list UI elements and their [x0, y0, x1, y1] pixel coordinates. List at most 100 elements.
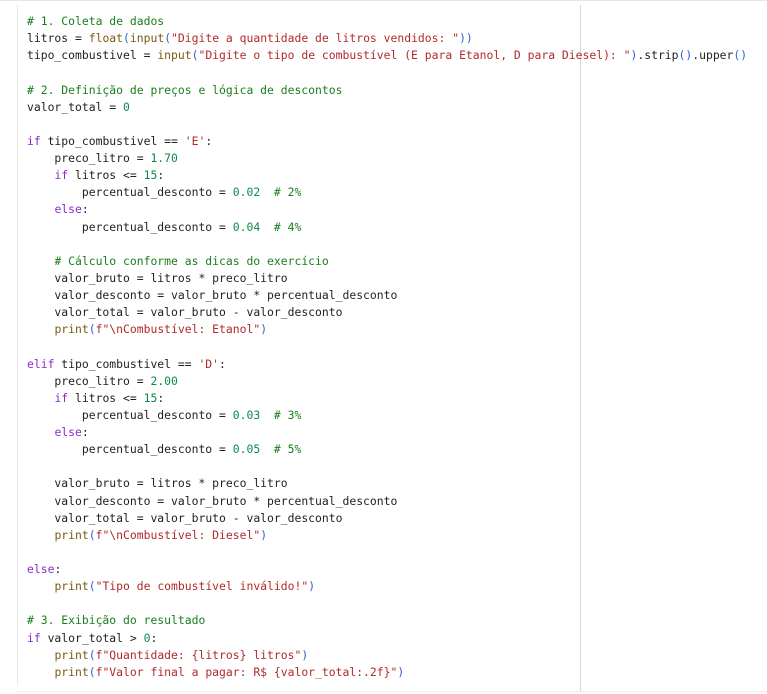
- bracket-token: (: [88, 527, 96, 542]
- comment-token: # 2%: [273, 185, 302, 200]
- bracket-token: ): [260, 527, 268, 542]
- builtin-token: print: [54, 527, 89, 542]
- name-token: litros <=: [68, 168, 144, 183]
- keyword-token: if: [27, 133, 41, 148]
- name-token: [27, 391, 54, 405]
- code-line: if valor_total > 0:: [27, 630, 747, 647]
- string-token: "Digite a quantidade de litros vendidos:…: [171, 31, 460, 46]
- name-token: tipo_combustivel: [27, 48, 137, 63]
- name-token: valor_bruto * percentual_desconto: [171, 493, 398, 508]
- builtin-token: print: [54, 322, 89, 337]
- name-token: litros: [27, 31, 69, 46]
- name-token: litros <=: [68, 390, 144, 405]
- editor-bottom-border: [17, 691, 767, 692]
- code-line: valor_total = 0: [27, 99, 747, 116]
- code-line: if litros <= 15:: [27, 390, 747, 407]
- op-token: :: [157, 168, 165, 183]
- code-line: percentual_desconto = 0.04 # 4%: [27, 219, 747, 236]
- code-line: # 3. Exibição do resultado: [27, 612, 747, 629]
- name-token: valor_total: [27, 510, 130, 525]
- name-token: [27, 254, 54, 268]
- name-token: .upper: [692, 48, 734, 63]
- code-line: else:: [27, 561, 747, 578]
- builtin-token: print: [54, 664, 89, 679]
- builtin-token: print: [54, 647, 89, 662]
- code-line: # 1. Coleta de dados: [27, 13, 747, 30]
- bracket-token: (: [88, 647, 96, 662]
- builtin-token: float: [88, 31, 124, 46]
- number-token: 1.70: [150, 151, 178, 165]
- code-line: tipo_combustivel = input("Digite o tipo …: [27, 47, 747, 64]
- string-token: f"Quantidade: {litros} litros": [95, 647, 302, 662]
- op-token: =: [212, 185, 233, 200]
- code-line: percentual_desconto = 0.02 # 2%: [27, 184, 747, 201]
- keyword-token: if: [54, 168, 69, 183]
- name-token: valor_bruto: [27, 270, 130, 285]
- op-token: =: [129, 305, 151, 320]
- code-line: elif tipo_combustivel == 'D':: [27, 356, 747, 373]
- keyword-token: else: [27, 562, 55, 576]
- op-token: =: [129, 373, 151, 388]
- name-token: percentual_desconto: [27, 442, 213, 457]
- code-line: if tipo_combustivel == 'E':: [27, 133, 747, 150]
- name-token: valor_desconto: [27, 288, 151, 302]
- name-token: [27, 648, 54, 662]
- op-token: =: [68, 31, 89, 46]
- code-line: percentual_desconto = 0.03 # 3%: [27, 407, 747, 424]
- code-line: # 2. Definição de preços e lógica de des…: [27, 82, 747, 99]
- string-token: "Tipo de combustível inválido!": [95, 579, 309, 594]
- name-token: [27, 425, 54, 439]
- number-token: 2.00: [150, 373, 178, 388]
- comment-token: # 2. Definição de preços e lógica de des…: [27, 82, 343, 97]
- op-token: =: [212, 407, 233, 422]
- name-token: tipo_combustivel ==: [54, 356, 199, 371]
- code-editor[interactable]: # 1. Coleta de dados litros = float ( input…: [0, 0, 767, 694]
- op-token: =: [129, 270, 151, 285]
- op-token: :: [205, 133, 213, 148]
- name-token: litros * preco_litro: [150, 270, 288, 285]
- builtin-token: input: [157, 48, 192, 63]
- string-token: f"\nCombustível: Etanol": [95, 322, 261, 337]
- code-line: else:: [27, 424, 747, 441]
- code-line: print("Tipo de combustível inválido!"): [27, 578, 747, 595]
- string-token: f"Valor final a pagar: R$ {valor_total:.…: [95, 664, 398, 679]
- name-token: percentual_desconto: [27, 407, 213, 422]
- name-token: valor_total >: [40, 630, 144, 645]
- code-line: valor_total = valor_bruto - valor_descon…: [27, 304, 747, 321]
- keyword-token: if: [54, 390, 69, 405]
- bracket-token: (): [733, 48, 748, 63]
- op-token: [260, 220, 274, 234]
- comment-token: # Cálculo conforme as dicas do exercício: [54, 253, 329, 268]
- number-token: 0.02: [232, 185, 261, 200]
- bracket-token: (: [88, 579, 96, 594]
- op-token: [260, 408, 274, 422]
- code-line: valor_desconto = valor_bruto * percentua…: [27, 493, 747, 510]
- op-token: :: [150, 630, 158, 645]
- name-token: valor_bruto - valor_desconto: [150, 305, 343, 320]
- number-token: 0.03: [232, 407, 261, 422]
- name-token: [27, 202, 54, 216]
- number-token: 15: [143, 168, 158, 183]
- number-token: 0.04: [232, 219, 261, 234]
- code-line: print(f"\nCombustível: Etanol"): [27, 321, 747, 338]
- name-token: litros * preco_litro: [150, 476, 288, 491]
- op-token: :: [81, 425, 89, 439]
- number-token: 15: [143, 390, 158, 405]
- keyword-token: else: [54, 425, 82, 439]
- name-token: .strip: [637, 48, 679, 63]
- code-line: percentual_desconto = 0.05 # 5%: [27, 441, 747, 458]
- string-token: 'D': [198, 356, 220, 371]
- number-token: 0: [123, 99, 130, 114]
- op-token: =: [212, 219, 233, 234]
- name-token: [27, 665, 54, 679]
- name-token: valor_bruto * percentual_desconto: [171, 288, 398, 302]
- name-token: tipo_combustivel ==: [40, 133, 185, 148]
- code-line: valor_desconto = valor_bruto * percentua…: [27, 287, 747, 304]
- code-block[interactable]: # 1. Coleta de dados litros = float ( input…: [27, 13, 747, 681]
- op-token: =: [129, 476, 151, 491]
- number-token: 0.05: [232, 442, 261, 457]
